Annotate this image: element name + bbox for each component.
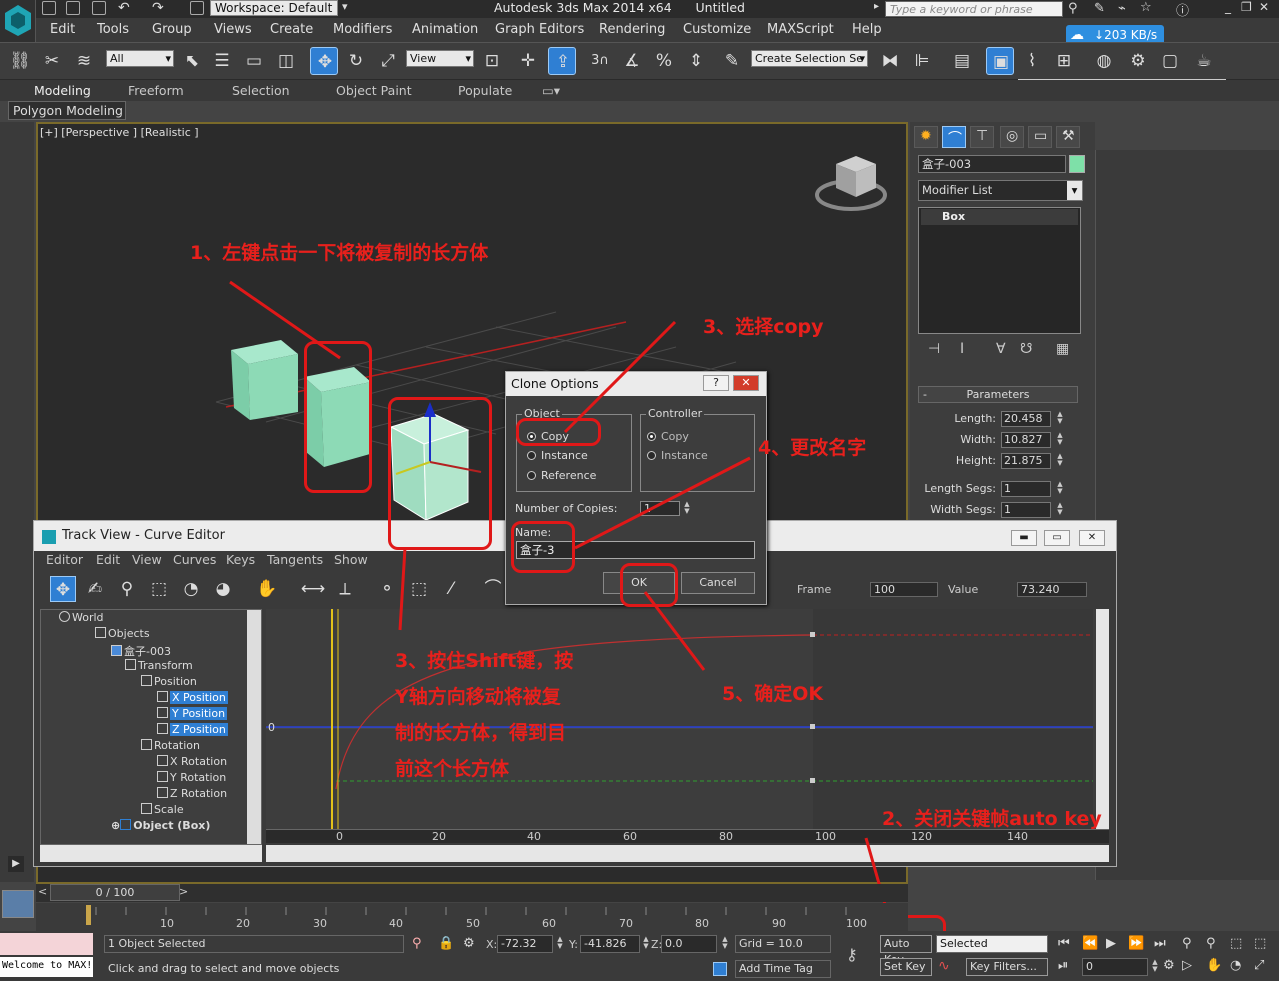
timeline-tick: 100 [846,917,867,930]
orbit-icon[interactable]: ◔ [1230,958,1241,973]
lock-selection-icon[interactable]: 🔒 [438,936,454,951]
time-slider-next-icon[interactable]: > [179,885,188,898]
highlight-box-copy [516,418,601,446]
timeline-tick: 20 [236,917,250,930]
pan-view-icon[interactable]: ✋ [1206,958,1222,973]
go-to-end-icon[interactable]: ⏭ [1154,936,1166,951]
annotation-step4: 4、更改名字 [758,437,867,459]
annotation-step3-shift-line1: 3、按住Shift键，按 [395,650,574,672]
prompt-line: Click and drag to select and move object… [104,960,704,978]
auto-key-button[interactable]: Auto Key [880,935,932,966]
z-spinner[interactable]: ▲ ▼ [720,936,730,952]
isolate-selection-icon[interactable]: ⚲ [412,936,422,951]
annotation-step3-shift-line4: 前这个长方体 [395,758,510,780]
maximize-viewport-icon[interactable]: ⤢ [1254,958,1264,973]
play-icon[interactable]: ▶ [1106,936,1116,951]
time-slider-prev-icon[interactable]: < [38,885,47,898]
time-slider[interactable]: < 0 / 100 > [36,884,908,902]
zoom-viewport-icon[interactable]: ⚲ [1182,936,1192,951]
z-coordinate-field[interactable]: 0.0 [661,935,717,953]
maxscript-listener-input[interactable]: Welcome to MAX! [0,957,93,977]
timeline-tick: 30 [313,917,327,930]
y-spinner[interactable]: ▲ ▼ [641,936,651,952]
annotation-step5: 5、确定OK [722,683,824,705]
timeline-tick: 10 [160,917,174,930]
key-tangent-icon[interactable]: ∿ [938,958,950,974]
absolute-mode-icon[interactable]: ⚙ [463,936,475,951]
timeline-tick: 60 [542,917,556,930]
field-of-view-icon[interactable]: ▷ [1182,958,1192,973]
highlight-box-ok [620,563,678,607]
x-label: X: [486,938,498,951]
selection-count: 1 Object Selected [104,935,404,953]
annotation-step3-shift-line2: Y轴方向移动将被复 [395,686,561,708]
zoom-extents-icon[interactable]: ⬚ [1230,936,1242,951]
annotation-step2: 2、关闭关键帧auto key [882,808,1102,830]
highlight-box-name [511,521,575,573]
zoom-extents-all-icon[interactable]: ⬚ [1254,936,1266,951]
zoom-all-icon[interactable]: ⚲ [1206,936,1216,951]
annotation-arrows [229,280,890,916]
timeline-tick: 70 [619,917,633,930]
time-slider-thumb[interactable]: 0 / 100 [50,884,180,901]
add-time-tag-button[interactable]: Add Time Tag [735,960,831,978]
annotation-step3-copy: 3、选择copy [703,316,824,338]
annotation-step1: 1、左键点击一下将被复制的长方体 [190,242,489,264]
arrow-line [563,320,677,434]
timeline-tick: 80 [695,917,709,930]
x-coordinate-field[interactable]: -72.32 [497,935,553,953]
highlight-box-cloned-object [388,397,492,550]
frame-spinner[interactable]: ▲ ▼ [1150,959,1160,975]
highlight-box-selected-object [304,341,372,493]
timeline-tick: 40 [389,917,403,930]
time-configuration-icon[interactable]: ⚙ [1163,958,1175,973]
y-coordinate-field[interactable]: -41.826 [580,935,640,953]
maxscript-listener-output[interactable] [0,933,93,955]
grid-size-display: Grid = 10.0 [735,935,831,953]
timeline-tick: 50 [466,917,480,930]
y-label: Y: [569,938,578,951]
timeline-tick: 90 [772,917,786,930]
arrow-line [574,456,751,550]
key-icon[interactable]: ⚷ [846,945,858,964]
key-mode-toggle-icon[interactable]: ⏯ [1058,958,1068,973]
previous-frame-icon[interactable]: ⏪ [1082,936,1098,951]
arrow-line [398,547,407,631]
next-frame-icon[interactable]: ⏩ [1128,936,1144,951]
annotation-step3-shift-line3: 制的长方体，得到目 [395,722,567,744]
key-mode-dropdown[interactable]: Selected [936,935,1048,953]
set-key-button[interactable]: Set Key [880,958,932,976]
current-frame-field[interactable]: 0 [1082,958,1148,976]
key-filters-button[interactable]: Key Filters... [966,958,1048,976]
go-to-start-icon[interactable]: ⏮ [1058,936,1070,951]
time-tag-icon[interactable] [713,962,727,976]
x-spinner[interactable]: ▲ ▼ [555,936,565,952]
mini-curve-editor-icon[interactable] [2,890,34,918]
